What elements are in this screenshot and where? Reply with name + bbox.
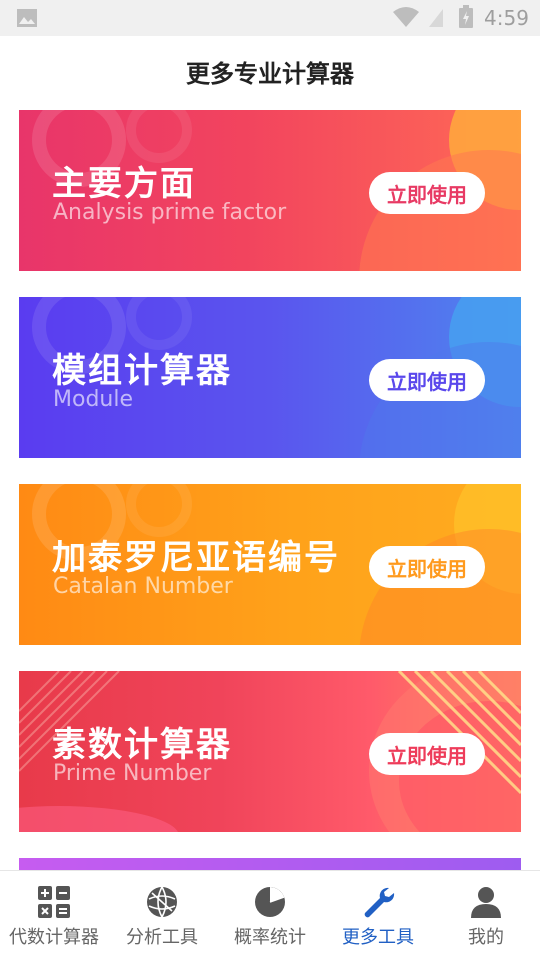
nav-label: 代数计算器: [9, 927, 99, 948]
globe-icon: [147, 886, 177, 918]
use-now-button[interactable]: 立即使用: [369, 733, 485, 775]
card-title: 素数计算器: [52, 725, 232, 765]
page-title: 更多专业计算器: [186, 59, 354, 88]
nav-label: 分析工具: [126, 927, 198, 948]
nav-label: 更多工具: [342, 927, 414, 948]
bottom-navigation: 代数计算器 分析工具 概率统计 更多工具 我的: [0, 870, 540, 960]
card-subtitle: Analysis prime factor: [53, 200, 287, 225]
image-icon: [17, 9, 37, 27]
nav-analysis-tools[interactable]: 分析工具: [108, 871, 216, 960]
wrench-icon: [364, 887, 395, 918]
pie-chart-icon: [255, 887, 285, 917]
card-subtitle: Prime Number: [53, 761, 212, 786]
card-prime-number[interactable]: 素数计算器 Prime Number 立即使用: [19, 671, 521, 832]
card-subtitle: Module: [53, 387, 133, 412]
card-title: 主要方面: [52, 164, 196, 204]
page-header: 更多专业计算器: [0, 36, 540, 106]
wifi-icon: [393, 7, 419, 27]
nav-label: 我的: [468, 927, 504, 948]
use-now-button[interactable]: 立即使用: [369, 172, 485, 214]
nav-profile[interactable]: 我的: [432, 871, 540, 960]
nav-more-tools[interactable]: 更多工具: [324, 871, 432, 960]
status-time: 4:59: [484, 6, 529, 30]
card-catalan-number[interactable]: 加泰罗尼亚语编号 Catalan Number 立即使用: [19, 484, 521, 645]
battery-icon: [459, 5, 473, 28]
use-now-button[interactable]: 立即使用: [369, 359, 485, 401]
status-bar: 4:59: [0, 0, 540, 36]
card-title: 模组计算器: [52, 351, 232, 391]
nav-label: 概率统计: [234, 927, 306, 948]
nav-algebra-calculator[interactable]: 代数计算器: [0, 871, 108, 960]
signal-icon: [429, 9, 443, 27]
user-icon: [471, 887, 501, 918]
calculator-icon: [38, 886, 70, 918]
card-prime-factor[interactable]: 主要方面 Analysis prime factor 立即使用: [19, 110, 521, 271]
card-module[interactable]: 模组计算器 Module 立即使用: [19, 297, 521, 458]
card-subtitle: Catalan Number: [53, 574, 233, 599]
card-title: 加泰罗尼亚语编号: [52, 538, 340, 578]
nav-probability-statistics[interactable]: 概率统计: [216, 871, 324, 960]
use-now-button[interactable]: 立即使用: [369, 546, 485, 588]
